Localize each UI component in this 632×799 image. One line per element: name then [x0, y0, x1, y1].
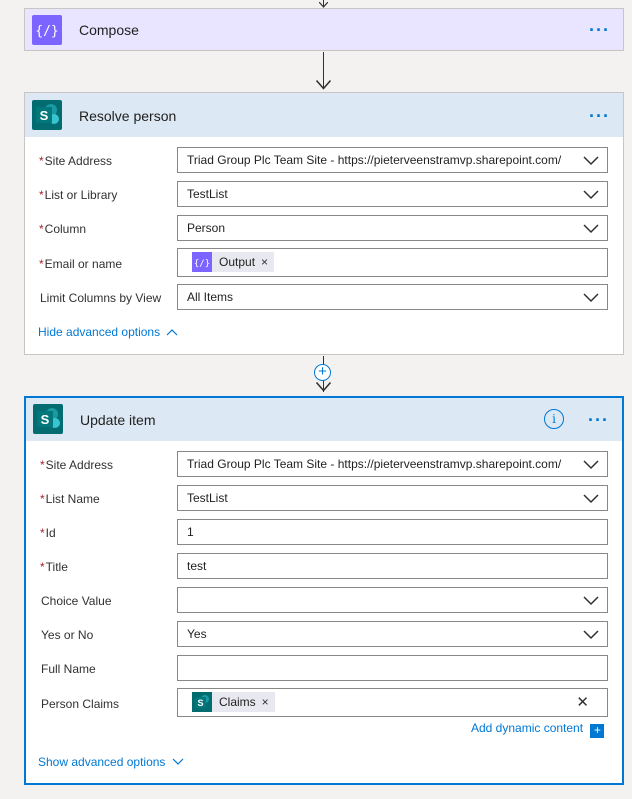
resolve-person-title: Resolve person: [79, 108, 177, 124]
sharepoint-icon: S: [33, 404, 63, 434]
chevron-down-icon: [583, 630, 599, 640]
resolve-person-card: S Resolve person ··· *Site Address Triad…: [24, 92, 624, 355]
svg-text:{/}: {/}: [194, 259, 210, 269]
update-item-header[interactable]: S Update item i ···: [26, 398, 622, 441]
list-name-label: *List Name: [40, 492, 100, 506]
svg-text:S: S: [40, 108, 49, 123]
chevron-down-icon: [583, 460, 599, 470]
connector-arrow: [316, 382, 331, 392]
update-item-card: S Update item i ··· *Site Address Triad …: [24, 396, 624, 785]
email-or-name-label: *Email or name: [39, 257, 123, 271]
chevron-down-icon: [583, 190, 599, 200]
claims-token[interactable]: S Claims ×: [192, 692, 275, 712]
plus-icon: +: [590, 724, 605, 738]
svg-text:{/}: {/}: [35, 24, 58, 39]
compose-action-card[interactable]: {/} Compose ···: [24, 8, 624, 51]
token-label: Claims: [219, 695, 256, 709]
chevron-down-icon: [583, 224, 599, 234]
choice-value-label: Choice Value: [41, 594, 112, 608]
compose-title: Compose: [79, 22, 139, 38]
title-label: *Title: [40, 560, 68, 574]
site-address-dropdown[interactable]: Triad Group Plc Team Site - https://piet…: [177, 147, 608, 173]
list-or-library-label: *List or Library: [39, 188, 118, 202]
chevron-down-icon: [583, 494, 599, 504]
show-advanced-options-link[interactable]: Show advanced options: [38, 755, 184, 769]
site-address-dropdown[interactable]: Triad Group Plc Team Site - https://piet…: [177, 451, 608, 477]
person-claims-label: Person Claims: [41, 697, 120, 711]
connector-arrow: [316, 80, 331, 90]
chevron-down-icon: [172, 758, 184, 765]
full-name-label: Full Name: [41, 662, 96, 676]
column-dropdown[interactable]: Person: [177, 215, 608, 241]
email-or-name-field[interactable]: {/} Output ×: [177, 248, 608, 277]
person-claims-field[interactable]: S Claims × ✕: [177, 688, 608, 717]
update-item-more-menu[interactable]: ···: [588, 411, 609, 429]
add-dynamic-content-link[interactable]: Add dynamic content +: [471, 721, 605, 738]
title-input[interactable]: test: [177, 553, 608, 579]
site-address-label: *Site Address: [40, 458, 114, 472]
choice-value-dropdown[interactable]: [177, 587, 608, 613]
hide-advanced-options-link[interactable]: Hide advanced options: [38, 325, 178, 339]
limit-columns-dropdown[interactable]: All Items: [177, 284, 608, 310]
column-label: *Column: [39, 222, 87, 236]
chevron-down-icon: [583, 596, 599, 606]
token-label: Output: [219, 255, 256, 269]
remove-token-icon[interactable]: ×: [262, 695, 269, 709]
svg-text:S: S: [41, 412, 50, 427]
list-name-dropdown[interactable]: TestList: [177, 485, 608, 511]
remove-token-icon[interactable]: ×: [261, 255, 268, 269]
compose-icon: {/}: [32, 15, 62, 45]
add-step-button[interactable]: +: [314, 364, 331, 381]
chevron-down-icon: [583, 156, 599, 166]
output-token[interactable]: {/} Output ×: [192, 252, 275, 272]
sharepoint-icon: S: [32, 100, 62, 130]
svg-text:S: S: [197, 698, 203, 708]
info-icon[interactable]: i: [544, 409, 564, 429]
chevron-up-icon: [167, 329, 178, 336]
yes-or-no-dropdown[interactable]: Yes: [177, 621, 608, 647]
resolve-person-header[interactable]: S Resolve person ···: [25, 93, 623, 137]
limit-columns-label: Limit Columns by View: [40, 291, 162, 305]
yes-or-no-label: Yes or No: [41, 628, 94, 642]
update-item-title: Update item: [80, 412, 156, 428]
chevron-down-icon: [583, 293, 599, 303]
resolve-person-more-menu[interactable]: ···: [589, 107, 610, 125]
compose-more-menu[interactable]: ···: [589, 21, 610, 39]
full-name-input[interactable]: [177, 655, 608, 681]
clear-icon[interactable]: ✕: [576, 693, 589, 711]
sharepoint-icon: S: [192, 692, 212, 712]
id-label: *Id: [40, 526, 56, 540]
list-or-library-dropdown[interactable]: TestList: [177, 181, 608, 207]
id-input[interactable]: 1: [177, 519, 608, 545]
site-address-label: *Site Address: [39, 154, 113, 168]
compose-icon: {/}: [192, 252, 212, 272]
